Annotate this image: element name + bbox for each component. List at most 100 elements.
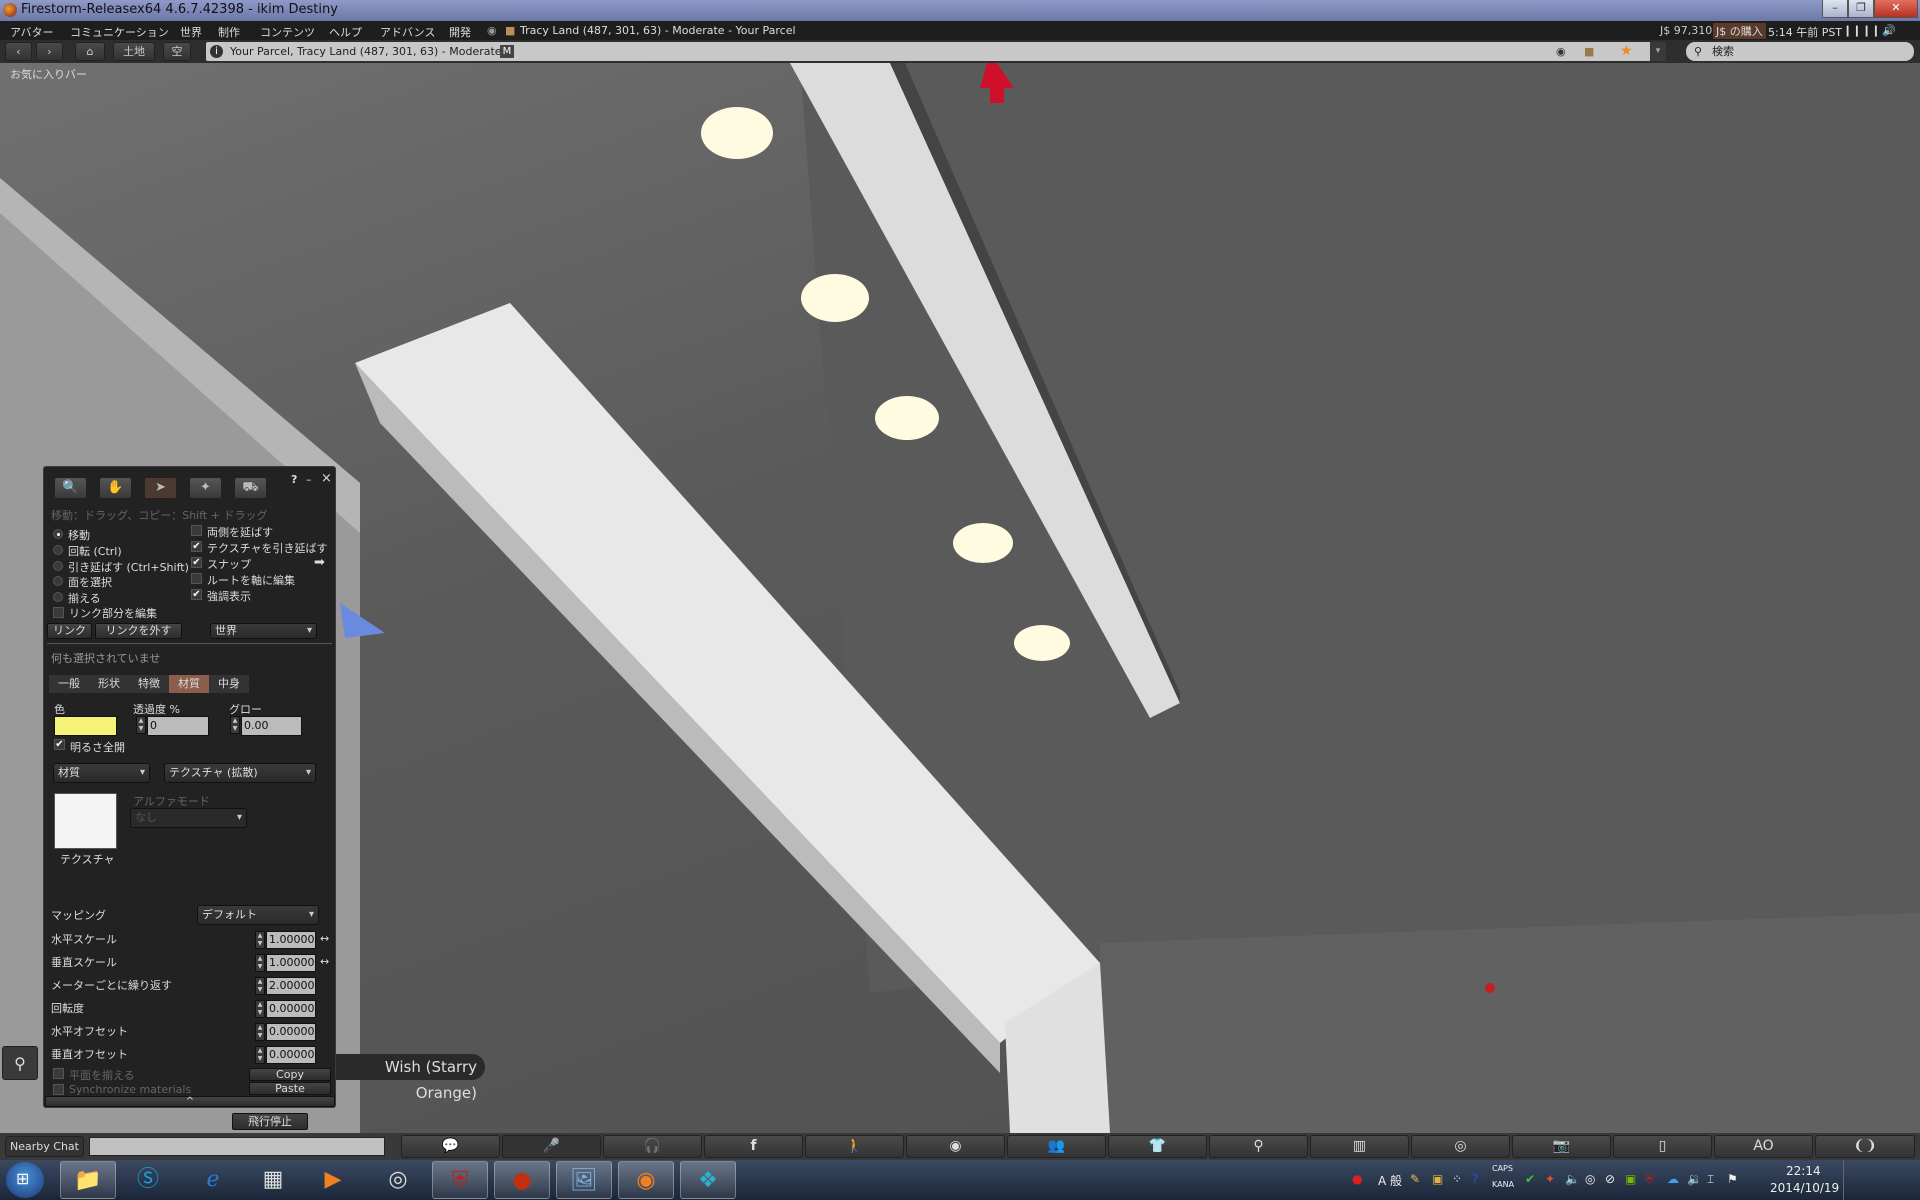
tray-help-icon[interactable]: ? (1472, 1172, 1478, 1186)
tab-texture[interactable]: 材質 (169, 675, 209, 693)
minimize-button[interactable]: – (1822, 0, 1848, 18)
location-dropdown-icon[interactable]: ▾ (1650, 42, 1666, 61)
tray-toolbox-icon[interactable]: ▣ (1432, 1172, 1443, 1186)
search-button[interactable]: ⚲ (1209, 1135, 1308, 1158)
voice-button[interactable]: 🎧 (603, 1135, 702, 1158)
flip-h-icon[interactable]: ↔ (320, 932, 329, 945)
edit-linked-checkbox[interactable] (53, 607, 64, 618)
sky-button[interactable]: 空 (163, 42, 191, 61)
home-button[interactable]: ⌂ (75, 42, 105, 61)
h-offset-spinner[interactable]: ▲ ▼ (255, 1023, 265, 1041)
menu-build[interactable]: 制作 (218, 24, 240, 40)
location-input[interactable]: i Your Parcel, Tracy Land (487, 301, 63)… (206, 42, 1666, 61)
glow-spinner[interactable]: ▲ ▼ (230, 716, 240, 734)
ao-button[interactable]: AO (1714, 1135, 1813, 1158)
edit-tool-button[interactable]: ➤ (144, 477, 177, 499)
collapse-button[interactable]: ^ (45, 1096, 335, 1107)
tray-volume-icon[interactable]: 🔉 (1687, 1172, 1702, 1186)
taskbar-explorer[interactable]: 📁 (60, 1161, 116, 1199)
conversations-button[interactable]: 💬 (401, 1135, 500, 1158)
radar-button[interactable]: ◎ (1411, 1135, 1510, 1158)
land-tool-button[interactable]: ⛟ (234, 477, 267, 499)
repeats-input[interactable]: 2.00000 (266, 977, 316, 995)
pause-media-icon[interactable]: ❙❙ (1843, 24, 1861, 37)
taskbar-apps[interactable]: ▦ (245, 1161, 301, 1199)
taskbar-ie[interactable]: ℯ (185, 1161, 241, 1199)
tab-content[interactable]: 中身 (209, 675, 249, 693)
tray-ime-pad-icon[interactable]: ⁘ (1452, 1172, 1462, 1186)
sync-materials-checkbox[interactable] (53, 1084, 64, 1095)
tray-action-center-icon[interactable]: ⚑ (1727, 1172, 1738, 1186)
ruler-dropdown[interactable]: 世界 (210, 623, 317, 639)
back-button[interactable]: ‹ (5, 42, 32, 61)
view-button[interactable]: ◉ (906, 1135, 1005, 1158)
menu-world[interactable]: 世界 (180, 24, 202, 40)
people-button[interactable]: 👥 (1007, 1135, 1106, 1158)
menu-avatar[interactable]: アバター (10, 24, 54, 40)
v-offset-input[interactable]: 0.00000 (266, 1046, 316, 1064)
texture-type-dropdown[interactable]: テクスチャ (拡散) (164, 763, 316, 783)
h-scale-spinner[interactable]: ▲ ▼ (255, 931, 265, 949)
mode-align-radio[interactable] (53, 592, 63, 602)
tray-network-icon[interactable]: ⌶ (1707, 1172, 1714, 1187)
tray-usb-icon[interactable]: ✔ (1525, 1172, 1535, 1186)
menu-advanced[interactable]: アドバンス (380, 24, 435, 40)
align-planar-checkbox[interactable] (53, 1068, 64, 1079)
ime-indicator[interactable]: A 般 (1378, 1172, 1402, 1189)
taskbar-skype[interactable]: Ⓢ (120, 1161, 176, 1199)
voice-off-icon[interactable]: ◉ (487, 24, 497, 37)
highlight-checkbox[interactable]: ✔ (191, 589, 202, 600)
start-button[interactable]: ⊞ (6, 1162, 44, 1198)
inventory-button[interactable]: ▯ (1613, 1135, 1712, 1158)
h-scale-input[interactable]: 1.00000 (266, 931, 316, 949)
parcel-info[interactable]: Tracy Land (487, 301, 63) - Moderate - Y… (520, 24, 796, 37)
mode-move-radio[interactable] (53, 529, 63, 539)
repeats-spinner[interactable]: ▲ ▼ (255, 977, 265, 995)
tray-cloud-icon[interactable]: ☁ (1667, 1172, 1679, 1186)
taskbar-firestorm[interactable]: ● (494, 1161, 550, 1199)
land-button[interactable]: 土地 (113, 42, 155, 61)
tray-ime-tools-icon[interactable]: ✎ (1410, 1172, 1420, 1186)
alpha-mode-dropdown[interactable]: なし (130, 808, 247, 828)
balance[interactable]: J$ 97,310 (1660, 24, 1712, 37)
menu-help[interactable]: ヘルプ (329, 24, 362, 40)
copy-button[interactable]: Copy (249, 1068, 331, 1081)
help-button[interactable]: ? (291, 473, 297, 486)
appearance-button[interactable]: 👕 (1108, 1135, 1207, 1158)
menu-communication[interactable]: コミュニケーション (70, 24, 169, 40)
close-button[interactable]: ✕ (1874, 0, 1918, 18)
mode-select-face-radio[interactable] (53, 576, 63, 586)
snap-checkbox[interactable]: ✔ (191, 557, 202, 568)
taskbar-blender[interactable]: ◉ (618, 1161, 674, 1199)
paste-button[interactable]: Paste (249, 1082, 331, 1095)
speak-button[interactable]: 🎤 (502, 1135, 601, 1158)
world-map-button[interactable]: ▥ (1310, 1135, 1409, 1158)
tab-general[interactable]: 一般 (49, 675, 89, 693)
full-bright-checkbox[interactable]: ✔ (54, 739, 65, 750)
edit-root-axis-checkbox[interactable] (191, 573, 202, 584)
pause-music-icon[interactable]: ❙❙ (1862, 24, 1880, 37)
focus-tool-button[interactable]: 🔍 (54, 477, 87, 499)
flip-v-icon[interactable]: ↔ (320, 955, 329, 968)
mode-rotate-radio[interactable] (53, 545, 63, 555)
grab-tool-button[interactable]: ✋ (99, 477, 132, 499)
forward-button[interactable]: › (36, 42, 63, 61)
volume-icon[interactable]: 🔊 (1882, 24, 1896, 37)
facebook-button[interactable]: f (704, 1135, 803, 1158)
build-off-icon[interactable]: ■ (505, 24, 515, 37)
snap-options-arrow-icon[interactable]: ➡ (314, 555, 325, 570)
clock-date[interactable]: 2014/10/19 (1770, 1181, 1839, 1195)
texture-swatch[interactable] (54, 793, 117, 849)
v-scale-spinner[interactable]: ▲ ▼ (255, 954, 265, 972)
stop-flying-button[interactable]: 飛行停止 (232, 1113, 308, 1130)
mode-stretch-radio[interactable] (53, 561, 63, 571)
v-scale-input[interactable]: 1.00000 (266, 954, 316, 972)
stretch-both-checkbox[interactable] (191, 525, 202, 536)
v-offset-spinner[interactable]: ▲ ▼ (255, 1046, 265, 1064)
taskbar-media-player[interactable]: ▶ (305, 1161, 361, 1199)
tray-chrome-icon[interactable]: ◎ (1585, 1172, 1595, 1186)
glow-input[interactable]: 0.00 (241, 716, 302, 736)
unlink-button[interactable]: リンクを外す (95, 623, 182, 639)
tray-alert-icon[interactable]: ● (1352, 1172, 1362, 1186)
stretch-textures-checkbox[interactable]: ✔ (191, 541, 202, 552)
